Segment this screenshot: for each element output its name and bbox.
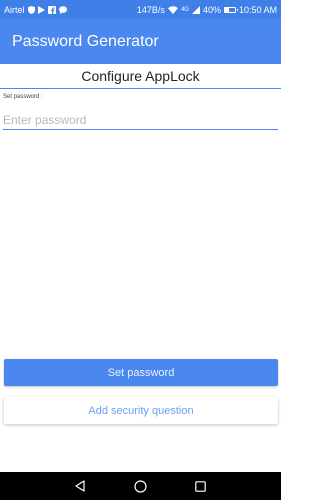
set-password-button[interactable]: Set password xyxy=(4,359,278,386)
facebook-icon xyxy=(47,5,56,14)
battery-fill xyxy=(224,7,229,12)
recents-icon[interactable] xyxy=(191,476,211,496)
flag-icon xyxy=(37,5,45,14)
signal-icon xyxy=(191,5,200,14)
section-title: Configure AppLock xyxy=(81,68,200,84)
shield-icon xyxy=(27,5,35,14)
network-speed: 147B/s xyxy=(136,4,165,15)
app-title: Password Generator xyxy=(12,32,159,50)
clock: 10:50 AM xyxy=(238,4,277,15)
status-left: Airtel xyxy=(4,5,67,15)
back-icon[interactable] xyxy=(70,476,90,496)
app-bar: Password Generator xyxy=(0,19,281,64)
wifi-icon xyxy=(167,5,178,14)
status-right: 147B/s 4G 40% 10:50 AM xyxy=(137,5,277,15)
chat-icon xyxy=(58,5,67,14)
home-icon[interactable] xyxy=(130,476,150,496)
add-security-question-button[interactable]: Add security question xyxy=(4,397,278,424)
battery-percent: 40% xyxy=(202,4,221,15)
carrier-name: Airtel xyxy=(4,4,25,15)
set-password-label: Set password : xyxy=(3,94,43,100)
status-bar: Airtel 147B/s 4G 40% 10:50 AM xyxy=(0,0,281,19)
battery-icon xyxy=(223,6,238,13)
screen: Airtel 147B/s 4G 40% 10:50 AM Password G… xyxy=(0,0,281,500)
section-divider xyxy=(0,88,281,89)
signal-type: 4G xyxy=(180,6,189,13)
system-nav-bar xyxy=(0,472,281,500)
password-input[interactable] xyxy=(3,110,278,130)
